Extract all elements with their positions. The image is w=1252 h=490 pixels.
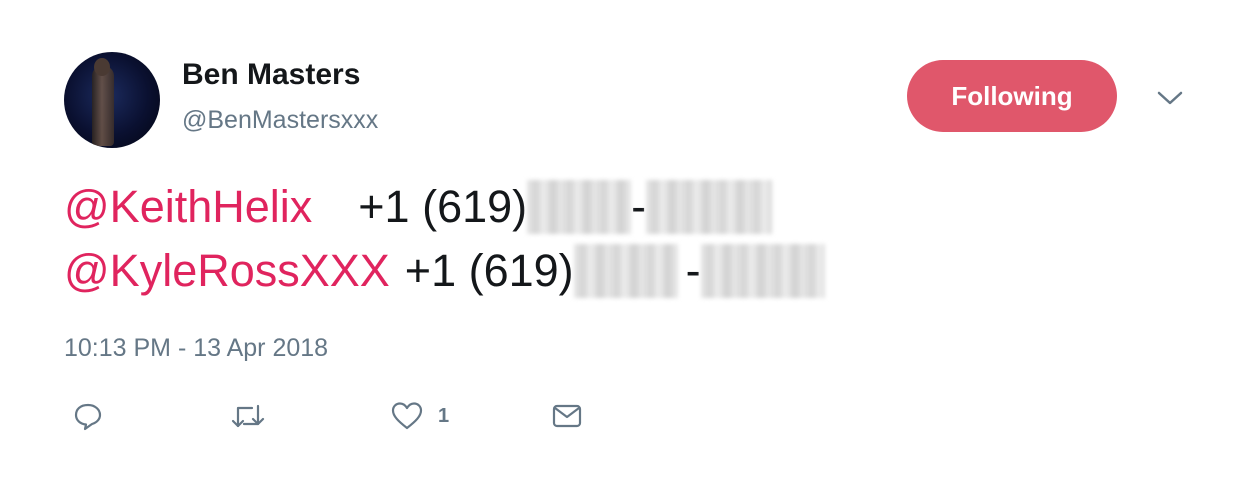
tweet-timestamp[interactable]: 10:13 PM - 13 Apr 2018 <box>64 334 328 363</box>
display-name[interactable]: Ben Masters <box>182 58 360 92</box>
phone-separator: - <box>631 181 647 232</box>
redacted-digits <box>700 244 825 298</box>
redacted-digits <box>527 180 632 234</box>
tweet-line-1: @KeithHelix +1 (619) - <box>64 180 773 234</box>
phone-prefix: +1 (619) <box>358 181 528 232</box>
reply-icon <box>74 403 102 431</box>
tweet-line-2: @KyleRossXXX +1 (619) - <box>64 244 825 298</box>
phone-prefix: +1 (619) <box>404 245 574 296</box>
retweet-button[interactable] <box>230 400 266 432</box>
mention-link[interactable]: @KyleRossXXX <box>64 245 390 296</box>
user-handle[interactable]: @BenMastersxxx <box>182 106 378 135</box>
like-button[interactable]: 1 <box>390 400 449 432</box>
avatar[interactable] <box>64 52 160 148</box>
envelope-icon <box>552 404 582 428</box>
avatar-photo-figure <box>92 66 114 146</box>
heart-icon <box>391 402 423 430</box>
tweet-card: Ben Masters @BenMastersxxx Following @Ke… <box>0 0 1252 490</box>
more-options-caret[interactable] <box>1156 88 1184 108</box>
redacted-digits <box>573 244 678 298</box>
direct-message-button[interactable] <box>551 400 583 432</box>
mention-link[interactable]: @KeithHelix <box>64 181 312 232</box>
avatar-photo-head <box>94 58 110 76</box>
like-count: 1 <box>438 404 450 427</box>
reply-button[interactable] <box>72 400 104 432</box>
phone-separator: - <box>685 245 701 296</box>
following-button[interactable]: Following <box>907 60 1117 132</box>
redacted-digits <box>646 180 773 234</box>
retweet-icon <box>231 404 265 428</box>
chevron-down-icon <box>1157 91 1183 105</box>
